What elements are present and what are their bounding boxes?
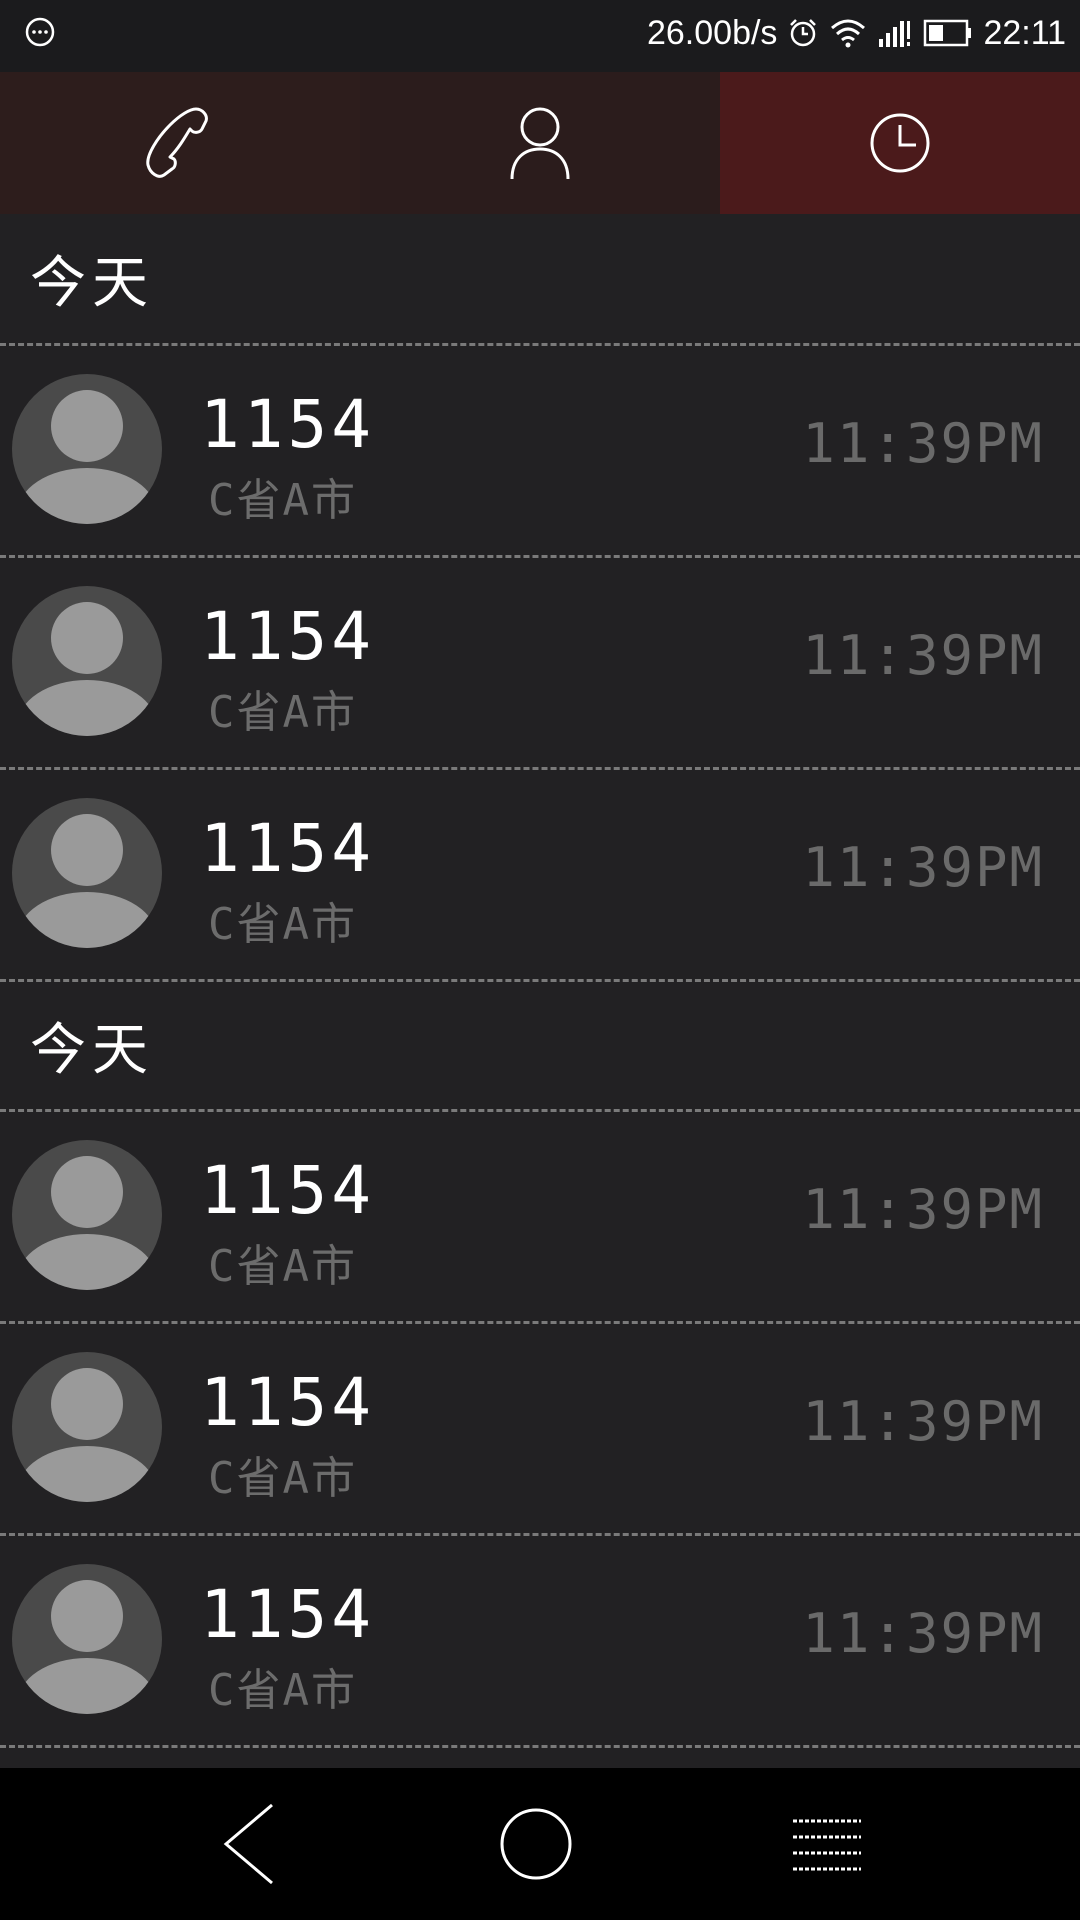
call-number: 1154	[200, 598, 375, 675]
network-speed: 26.00b/s	[646, 13, 778, 52]
battery-icon	[923, 17, 973, 49]
call-number: 1154	[200, 810, 375, 887]
call-time: 11:39PM	[802, 1178, 1044, 1241]
call-number: 1154	[200, 1576, 375, 1653]
notification-icon	[25, 17, 55, 47]
call-time: 11:39PM	[802, 412, 1044, 475]
wifi-icon	[829, 17, 867, 49]
navigation-bar	[0, 1768, 1080, 1920]
avatar-icon	[12, 1564, 162, 1714]
call-log-list: 今天 1154 C省A市 11:39PM 1154 C省A市 11:39PM 1…	[0, 214, 1080, 1768]
tab-contacts[interactable]	[360, 72, 720, 214]
home-button[interactable]	[486, 1794, 586, 1894]
avatar-icon	[12, 1140, 162, 1290]
menu-button[interactable]	[772, 1794, 872, 1894]
call-time: 11:39PM	[802, 1602, 1044, 1665]
avatar-icon	[12, 1352, 162, 1502]
contact-icon	[510, 107, 570, 180]
menu-icon	[793, 1819, 861, 1871]
call-time: 11:39PM	[802, 624, 1044, 687]
tab-bar	[0, 72, 1080, 214]
call-location: C省A市	[208, 687, 357, 738]
avatar-icon	[12, 586, 162, 736]
call-number: 1154	[200, 1152, 375, 1229]
call-location: C省A市	[208, 475, 357, 526]
call-row[interactable]: 1154 C省A市 11:39PM	[0, 1112, 1080, 1324]
call-number: 1154	[200, 1364, 375, 1441]
call-location: C省A市	[208, 1453, 357, 1504]
status-right: 26.00b/s 22:11	[647, 0, 1066, 66]
section-header: 今天	[0, 214, 1080, 346]
call-number: 1154	[200, 386, 375, 463]
call-location: C省A市	[208, 1241, 357, 1292]
clock-icon	[870, 113, 930, 173]
call-row[interactable]: 1154 C省A市 11:39PM	[0, 1324, 1080, 1536]
back-icon	[223, 1803, 273, 1885]
call-row[interactable]: 1154 C省A市 11:39PM	[0, 770, 1080, 982]
home-icon	[500, 1808, 572, 1880]
alarm-icon	[787, 17, 819, 49]
call-time: 11:39PM	[802, 836, 1044, 899]
tab-dialer[interactable]	[0, 72, 360, 214]
call-location: C省A市	[208, 899, 357, 950]
back-button[interactable]	[200, 1794, 300, 1894]
status-bar: 26.00b/s 22:11	[0, 0, 1080, 72]
call-row[interactable]: 1154 C省A市 11:39PM	[0, 346, 1080, 558]
signal-icon	[877, 17, 913, 49]
call-row[interactable]: 1154 C省A市 11:39PM	[0, 1536, 1080, 1748]
clock-time: 22:11	[983, 13, 1066, 52]
tab-recents[interactable]	[720, 72, 1080, 214]
avatar-icon	[12, 798, 162, 948]
avatar-icon	[12, 374, 162, 524]
call-row[interactable]: 1154 C省A市 11:39PM	[0, 558, 1080, 770]
call-location: C省A市	[208, 1665, 357, 1716]
phone-icon	[146, 107, 208, 178]
section-header: 今天	[0, 982, 1080, 1112]
call-time: 11:39PM	[802, 1390, 1044, 1453]
